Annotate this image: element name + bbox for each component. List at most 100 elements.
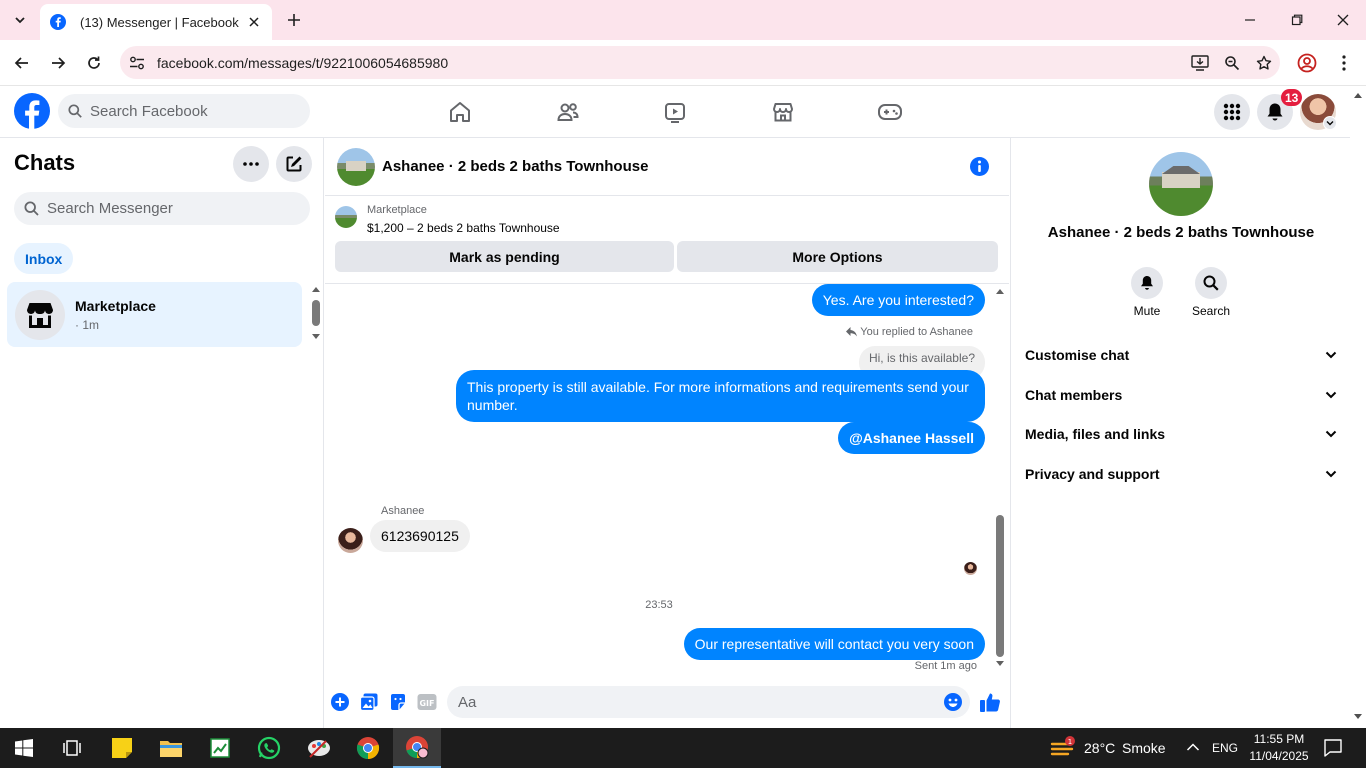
facebook-search-input[interactable]: Search Facebook [58, 94, 310, 128]
bell-icon [1141, 276, 1153, 290]
menu-grid-button[interactable] [1214, 94, 1250, 130]
facebook-header: Search Facebook 13 [0, 86, 1350, 138]
incoming-message[interactable]: 6123690125 [370, 520, 470, 552]
nav-video-icon[interactable] [620, 86, 730, 138]
system-tray-chevron-icon[interactable] [1186, 742, 1200, 752]
back-arrow-icon[interactable] [10, 51, 34, 75]
search-conversation-button[interactable] [1195, 267, 1227, 299]
sender-avatar[interactable] [338, 528, 363, 553]
file-explorer-icon[interactable] [147, 728, 195, 768]
browser-tab-bar: (13) Messenger | Facebook [0, 0, 1366, 40]
chat-list-scrollbar[interactable] [310, 286, 322, 339]
reply-note-text: You replied to Ashanee [860, 326, 973, 338]
plus-circle-icon[interactable] [331, 693, 349, 711]
nav-home-icon[interactable] [405, 86, 515, 138]
section-customise-chat[interactable]: Customise chat [1025, 337, 1337, 373]
svg-text:GIF: GIF [419, 699, 434, 708]
outgoing-message[interactable]: This property is still available. For mo… [456, 370, 985, 422]
message-composer: GIF Aa [325, 684, 1009, 728]
section-label: Customise chat [1025, 347, 1130, 363]
clock-date[interactable]: 11/04/2025 [1246, 749, 1312, 763]
message-list-scrollbar[interactable] [994, 284, 1006, 670]
listing-large-avatar[interactable] [1149, 152, 1213, 216]
listing-thumbnail [335, 206, 357, 228]
chrome-icon[interactable] [344, 728, 392, 768]
compose-icon [286, 156, 302, 172]
minimize-window-icon[interactable] [1238, 8, 1262, 32]
restore-window-icon[interactable] [1285, 8, 1309, 32]
chats-sidebar: Chats Search Messenger Inbox Marketplace… [0, 138, 324, 728]
nav-marketplace-icon[interactable] [728, 86, 838, 138]
mute-button[interactable] [1131, 267, 1163, 299]
outgoing-message[interactable]: Yes. Are you interested? [811, 284, 985, 316]
thumbs-up-icon[interactable] [979, 691, 1001, 713]
more-options-button[interactable]: More Options [677, 241, 998, 272]
close-window-icon[interactable] [1331, 8, 1355, 32]
close-tab-icon[interactable] [246, 14, 262, 30]
new-tab-plus-icon[interactable] [282, 8, 306, 32]
photo-gallery-icon[interactable] [360, 693, 378, 711]
facebook-logo-icon[interactable] [14, 93, 50, 129]
forward-arrow-icon[interactable] [46, 51, 70, 75]
url-text[interactable]: facebook.com/messages/t/9221006054685980 [157, 55, 448, 71]
outgoing-message[interactable]: Our representative will contact you very… [683, 628, 985, 660]
page-scrollbar[interactable] [1350, 86, 1366, 728]
nav-friends-icon[interactable] [513, 86, 623, 138]
listing-summary[interactable]: $1,200 – 2 beds 2 baths Townhouse [367, 221, 560, 235]
chat-list-item[interactable]: Marketplace · 1m [7, 282, 302, 347]
section-media-files-links[interactable]: Media, files and links [1025, 416, 1337, 452]
browser-menu-icon[interactable] [1332, 51, 1356, 75]
windows-start-icon[interactable] [0, 728, 48, 768]
chats-options-button[interactable] [233, 146, 269, 182]
chevron-down-icon [1325, 430, 1337, 438]
new-message-button[interactable] [276, 146, 312, 182]
address-bar[interactable]: facebook.com/messages/t/9221006054685980 [120, 46, 1280, 79]
weather-icon[interactable]: 1 [1050, 736, 1076, 760]
message-list: Yes. Are you interested? You replied to … [325, 284, 1009, 676]
conversation-title[interactable]: Ashanee · 2 beds 2 baths Townhouse [382, 158, 648, 175]
input-language[interactable]: ENG [1212, 741, 1238, 755]
marketplace-listing-bar: Marketplace $1,200 – 2 beds 2 baths Town… [325, 196, 1009, 284]
account-chevron-icon[interactable] [1323, 116, 1337, 130]
install-app-icon[interactable] [1184, 48, 1216, 78]
task-view-icon[interactable] [48, 728, 96, 768]
profile-icon[interactable] [1295, 51, 1319, 75]
tab-title: (13) Messenger | Facebook [80, 14, 239, 30]
zoom-icon[interactable] [1216, 48, 1248, 78]
svg-text:1: 1 [1068, 738, 1072, 746]
section-privacy-support[interactable]: Privacy and support [1025, 456, 1337, 492]
reload-icon[interactable] [82, 51, 106, 75]
tab-search-chevron-icon[interactable] [8, 8, 32, 32]
whatsapp-icon[interactable] [245, 728, 293, 768]
chat-name: Marketplace [75, 298, 156, 314]
browser-tab-active[interactable]: (13) Messenger | Facebook [40, 4, 272, 40]
scroll-up-arrow-icon[interactable] [1354, 92, 1362, 98]
gif-icon[interactable]: GIF [417, 693, 437, 711]
notification-center-icon[interactable] [1324, 739, 1342, 757]
conversation-details-panel: Ashanee · 2 beds 2 baths Townhouse Mute … [1010, 138, 1350, 728]
paint-app-icon[interactable] [295, 728, 343, 768]
more-dots-icon [243, 162, 259, 166]
listing-avatar[interactable] [337, 148, 375, 186]
messenger-search-input[interactable]: Search Messenger [14, 192, 310, 225]
weather-condition[interactable]: Smoke [1122, 740, 1166, 756]
sticker-icon[interactable] [389, 693, 407, 711]
sticky-notes-icon[interactable] [98, 728, 146, 768]
message-input[interactable]: Aa [447, 686, 970, 718]
bookmark-star-icon[interactable] [1248, 48, 1280, 78]
weather-temperature[interactable]: 28°C [1084, 740, 1115, 756]
clock-time[interactable]: 11:55 PM [1246, 732, 1312, 746]
site-info-tune-icon[interactable] [120, 48, 154, 78]
marketplace-store-icon [27, 303, 53, 328]
bell-icon [1267, 103, 1283, 121]
conversation-info-icon[interactable] [970, 157, 989, 176]
spreadsheet-app-icon[interactable] [196, 728, 244, 768]
chrome-profile-icon[interactable] [393, 728, 441, 768]
mark-as-pending-button[interactable]: Mark as pending [335, 241, 674, 272]
mention-message[interactable]: @Ashanee Hassell [838, 422, 985, 454]
tab-inbox[interactable]: Inbox [14, 243, 74, 274]
section-chat-members[interactable]: Chat members [1025, 377, 1337, 413]
nav-gaming-icon[interactable] [835, 86, 945, 138]
scroll-down-arrow-icon[interactable] [1354, 714, 1362, 720]
emoji-icon[interactable] [944, 693, 962, 711]
